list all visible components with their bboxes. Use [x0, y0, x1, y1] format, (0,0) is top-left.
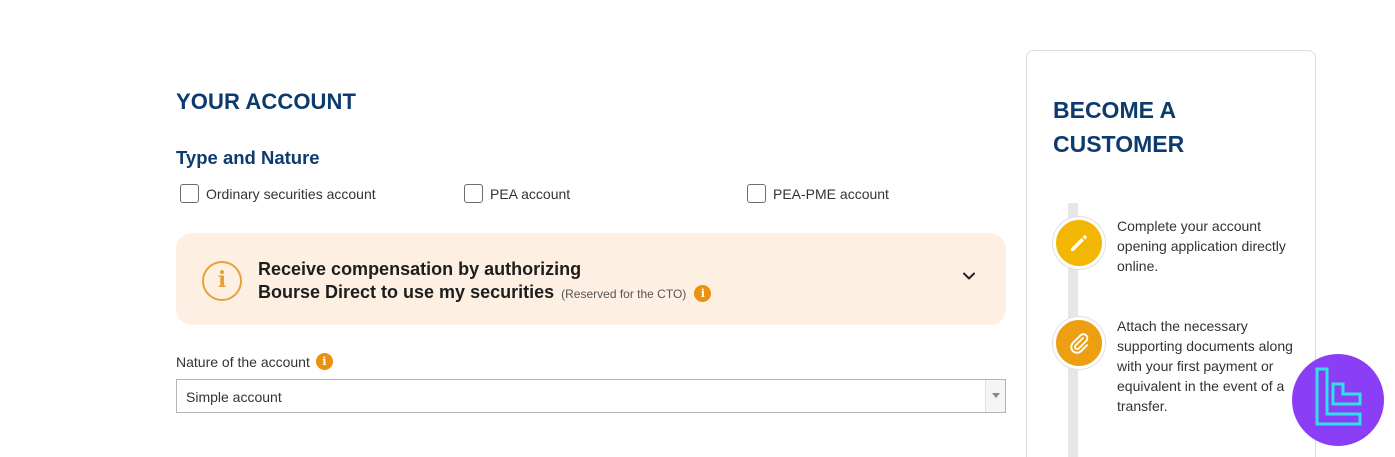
- info-tooltip-icon[interactable]: i: [315, 353, 333, 370]
- become-customer-card: BECOME A CUSTOMER Complete your account …: [1026, 50, 1316, 457]
- securities-lending-panel[interactable]: i Receive compensation by authorizing Bo…: [176, 233, 1006, 325]
- checkbox-label: Ordinary securities account: [206, 185, 376, 202]
- panel-heading: Receive compensation by authorizing Bour…: [258, 258, 712, 306]
- account-type-options: Ordinary securities account PEA account …: [180, 184, 980, 208]
- info-icon: i: [202, 261, 242, 301]
- checkbox-box[interactable]: [180, 184, 199, 203]
- panel-heading-line2-text: Bourse Direct to use my securities: [258, 282, 555, 302]
- paperclip-icon: [1053, 317, 1105, 369]
- checkbox-pea-pme[interactable]: PEA-PME account: [747, 184, 889, 203]
- checkbox-box[interactable]: [464, 184, 483, 203]
- step-2-text: Attach the necessary supporting document…: [1117, 318, 1293, 414]
- checkbox-label: PEA account: [490, 185, 571, 202]
- checkbox-pea[interactable]: PEA account: [464, 184, 570, 203]
- info-tooltip-icon[interactable]: i: [694, 285, 712, 302]
- logo-icon: [1315, 367, 1362, 426]
- nature-of-account-select[interactable]: Simple account: [176, 379, 1006, 413]
- panel-heading-line2: Bourse Direct to use my securities (Rese…: [258, 281, 712, 306]
- sidebar-title-line1: BECOME A: [1053, 97, 1177, 123]
- pencil-icon: [1053, 217, 1105, 269]
- select-value: Simple account: [186, 389, 282, 405]
- dropdown-arrow-icon[interactable]: [985, 380, 1005, 412]
- checkbox-ordinary-securities[interactable]: Ordinary securities account: [180, 184, 376, 203]
- panel-note: (Reserved for the CTO): [561, 287, 687, 301]
- account-form: YOUR ACCOUNT Type and Nature Ordinary se…: [176, 0, 1006, 457]
- panel-heading-line1: Receive compensation by authorizing: [258, 259, 582, 279]
- sidebar-title-line2: CUSTOMER: [1053, 131, 1185, 157]
- nature-label-text: Nature of the account: [176, 353, 310, 370]
- checkbox-label: PEA-PME account: [773, 185, 889, 202]
- chevron-down-icon[interactable]: [962, 269, 976, 283]
- section-title: Type and Nature: [176, 147, 320, 168]
- sidebar-title: BECOME A CUSTOMER: [1053, 93, 1253, 161]
- checkbox-box[interactable]: [747, 184, 766, 203]
- brand-logo-badge: [1292, 354, 1384, 446]
- step-1-text: Complete your account opening applicatio…: [1117, 218, 1286, 274]
- page-title: YOUR ACCOUNT: [176, 89, 357, 114]
- nature-field-label: Nature of the account i: [176, 353, 333, 370]
